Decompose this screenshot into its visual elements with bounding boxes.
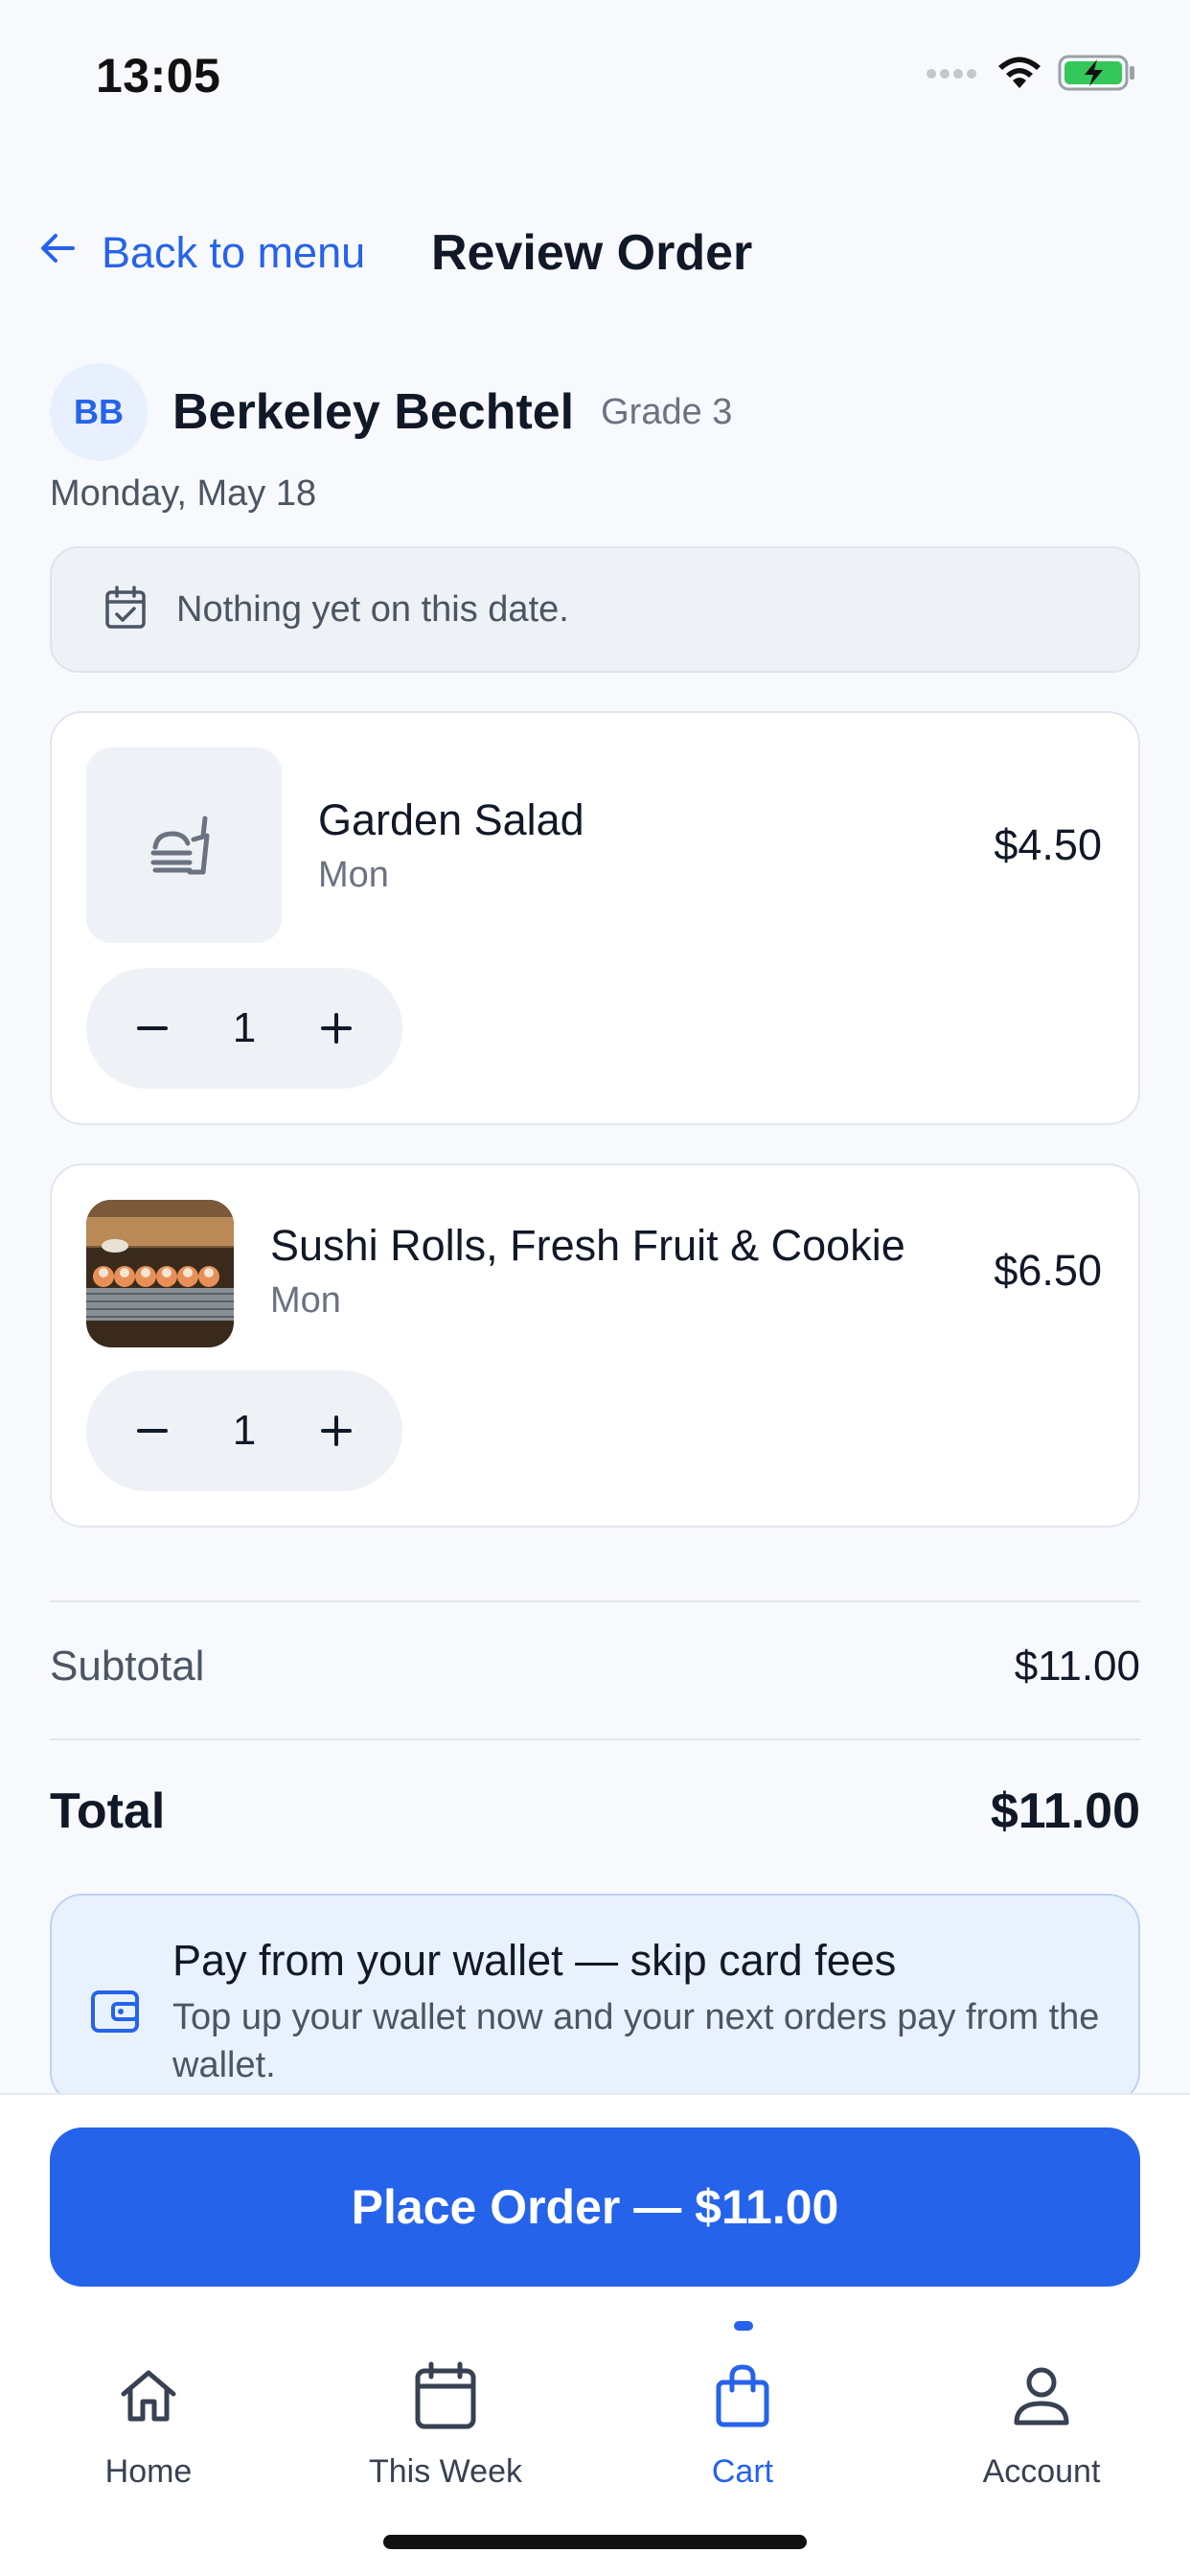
tab-label: Home <box>104 2453 193 2490</box>
increase-quantity-button[interactable] <box>312 1004 360 1052</box>
tab-label: Account <box>982 2453 1101 2490</box>
back-to-menu-button[interactable]: Back to menu <box>38 228 365 278</box>
item-info: Garden Salad Mon <box>318 795 584 896</box>
tab-label: This Week <box>369 2453 522 2490</box>
back-label: Back to menu <box>102 228 366 277</box>
home-indicator <box>383 2535 807 2549</box>
total-row: Total $11.00 <box>50 1782 1140 1840</box>
status-time: 13:05 <box>96 49 221 103</box>
item-price: $6.50 <box>994 1246 1102 1295</box>
wallet-promo-title: Pay from your wallet — skip card fees <box>172 1936 897 1985</box>
subtotal-label: Subtotal <box>50 1643 205 1690</box>
plus-icon <box>320 1013 352 1044</box>
quantity-value: 1 <box>232 1407 257 1454</box>
tab-cart[interactable]: Cart <box>594 2323 891 2515</box>
item-name: Garden Salad <box>318 795 584 844</box>
student-name: Berkeley Bechtel <box>172 384 575 440</box>
increase-quantity-button[interactable] <box>312 1407 360 1455</box>
quantity-stepper: 1 <box>86 1370 402 1491</box>
minus-icon <box>137 1429 168 1433</box>
cart-item: Garden Salad Mon $4.50 1 <box>50 711 1140 1125</box>
wallet-promo-subtitle: Top up your wallet now and your next ord… <box>172 1997 1100 2085</box>
divider <box>50 1738 1140 1740</box>
empty-date-notice: Nothing yet on this date. <box>50 546 1140 673</box>
tab-account[interactable]: Account <box>893 2323 1190 2515</box>
signal-icon <box>926 66 981 84</box>
battery-icon <box>1058 54 1136 97</box>
decrease-quantity-button[interactable] <box>128 1407 176 1455</box>
shopping-bag-icon <box>715 2358 770 2434</box>
order-date: Monday, May 18 <box>50 473 317 514</box>
item-price: $4.50 <box>994 820 1102 869</box>
item-thumbnail-placeholder <box>86 748 282 943</box>
tab-label: Cart <box>711 2453 774 2490</box>
food-tray-icon <box>146 805 222 886</box>
calendar-check-icon <box>103 585 148 635</box>
item-day: Mon <box>270 1280 341 1321</box>
subtotal-row: Subtotal $11.00 <box>50 1643 1140 1690</box>
arrow-left-icon <box>38 228 77 278</box>
status-bar: 13:05 <box>0 0 1190 144</box>
avatar: BB <box>50 363 148 461</box>
home-icon <box>118 2358 179 2434</box>
page-title: Review Order <box>431 225 753 281</box>
wallet-icon <box>90 1988 140 2040</box>
active-tab-indicator <box>734 2321 753 2331</box>
quantity-stepper: 1 <box>86 968 402 1089</box>
plus-icon <box>320 1415 352 1446</box>
total-label: Total <box>50 1783 166 1839</box>
header: Back to menu Review Order <box>0 211 1190 297</box>
tab-home[interactable]: Home <box>0 2323 297 2515</box>
student-header: BB Berkeley Bechtel Grade 3 <box>50 362 732 462</box>
quantity-value: 1 <box>232 1004 257 1051</box>
calendar-icon <box>414 2358 477 2434</box>
action-bar: Place Order — $11.00 <box>0 2093 1190 2323</box>
student-grade: Grade 3 <box>601 391 733 432</box>
notice-text: Nothing yet on this date. <box>176 588 569 630</box>
item-name: Sushi Rolls, Fresh Fruit & Cookie <box>270 1221 905 1270</box>
decrease-quantity-button[interactable] <box>128 1004 176 1052</box>
user-icon <box>1012 2358 1071 2434</box>
divider <box>50 1600 1140 1602</box>
status-icons <box>926 54 1136 97</box>
wifi-icon <box>995 54 1044 97</box>
cart-item: Sushi Rolls, Fresh Fruit & Cookie Mon $6… <box>50 1163 1140 1528</box>
item-photo <box>86 1200 234 1347</box>
wallet-promo-banner[interactable]: Pay from your wallet — skip card fees To… <box>50 1894 1140 2104</box>
minus-icon <box>137 1026 168 1030</box>
tab-this-week[interactable]: This Week <box>297 2323 594 2515</box>
item-day: Mon <box>318 855 389 895</box>
subtotal-value: $11.00 <box>1014 1643 1140 1690</box>
total-value: $11.00 <box>990 1783 1140 1839</box>
place-order-button[interactable]: Place Order — $11.00 <box>50 2128 1140 2287</box>
item-info: Sushi Rolls, Fresh Fruit & Cookie Mon <box>270 1221 905 1322</box>
